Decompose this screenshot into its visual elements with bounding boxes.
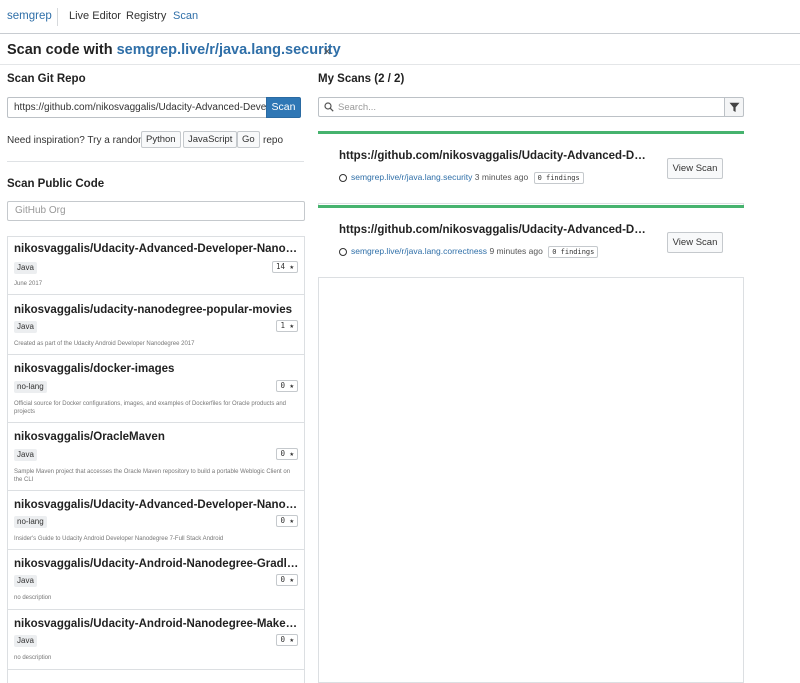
scan-meta: semgrep.live/r/java.lang.security 3 minu… (351, 172, 584, 184)
nav-registry[interactable]: Registry (126, 10, 166, 22)
repo-description: Insider's Guide to Udacity Android Devel… (14, 536, 224, 542)
star-count: 0 ★ (276, 634, 298, 646)
my-scans-title: My Scans (2 / 2) (318, 73, 405, 85)
repo-name[interactable]: nikosvaggalis/udacity-nanodegree-popular… (14, 304, 300, 316)
repo-list: nikosvaggalis/Udacity-Advanced-Developer… (7, 236, 305, 683)
scan-meta: semgrep.live/r/java.lang.correctness 9 m… (351, 246, 599, 258)
page-title: Scan code with semgrep.live/r/java.lang.… (7, 42, 341, 58)
language-badge: no-lang (14, 516, 47, 528)
section-divider (7, 161, 304, 162)
repo-name[interactable]: nikosvaggalis/Udacity-Advanced-Developer… (14, 499, 300, 511)
git-url-input[interactable]: https://github.com/nikosvaggalis/Udacity… (7, 97, 266, 118)
scan-time: 3 minutes ago (474, 172, 529, 182)
star-count: 1 ★ (276, 320, 298, 332)
scan-card: https://github.com/nikosvaggalis/Udacity… (318, 205, 744, 278)
random-javascript-button[interactable]: JavaScript (183, 131, 238, 148)
language-badge: Java (14, 449, 37, 461)
status-circle-icon (339, 174, 347, 182)
star-count: 0 ★ (276, 380, 298, 392)
filter-icon (729, 102, 740, 112)
findings-badge: 0 findings (533, 172, 584, 184)
repo-description: Created as part of the Udacity Android D… (14, 341, 195, 347)
nav-scan[interactable]: Scan (173, 10, 198, 22)
findings-badge: 0 findings (548, 246, 599, 258)
language-badge: Java (14, 635, 37, 647)
nav-live-editor[interactable]: Live Editor (69, 10, 121, 22)
repo-description: no description (14, 655, 52, 661)
ruleset-link[interactable]: semgrep.live/r/java.lang.security (117, 42, 341, 58)
random-python-button[interactable]: Python (141, 131, 181, 148)
header-divider (0, 64, 800, 65)
scan-ruleset-link[interactable]: semgrep.live/r/java.lang.correctness (351, 246, 487, 256)
repo-name[interactable]: nikosvaggalis/Udacity-Android-Nanodegree… (14, 618, 300, 630)
repo-name[interactable]: nikosvaggalis/docker-images (14, 363, 300, 375)
language-badge: no-lang (14, 381, 47, 393)
scan-git-repo-title: Scan Git Repo (7, 73, 86, 85)
language-badge: Java (14, 262, 37, 274)
language-badge: Java (14, 575, 37, 587)
repo-item[interactable]: nikosvaggalis/Udacity-Advanced-Developer… (8, 237, 304, 295)
repo-item[interactable]: nikosvaggalis/Udacity-Advanced-Developer… (8, 491, 304, 550)
github-org-input[interactable]: GitHub Org (7, 201, 305, 221)
filter-button[interactable] (724, 97, 744, 117)
repo-item[interactable]: nikosvaggalis/Udacity-Android-Nanodegree… (8, 610, 304, 670)
view-scan-button[interactable]: View Scan (667, 232, 723, 253)
close-icon[interactable]: × (323, 43, 331, 59)
star-count: 0 ★ (276, 448, 298, 460)
repo-name[interactable]: nikosvaggalis/Udacity-Android-Nanodegree… (14, 558, 300, 570)
repo-name[interactable]: nikosvaggalis/Udacity-Advanced-Developer… (14, 243, 300, 255)
repo-item[interactable]: nikosvaggalis/Udacity-Android-Nanodegree… (8, 550, 304, 610)
language-badge: Java (14, 321, 37, 333)
star-count: 0 ★ (276, 574, 298, 586)
repo-name[interactable]: nikosvaggalis/OracleMaven (14, 431, 300, 443)
status-circle-icon (339, 248, 347, 256)
scan-search-input[interactable]: Search... (318, 97, 725, 117)
repo-description: Official source for Docker configuration… (14, 401, 287, 415)
scan-card: https://github.com/nikosvaggalis/Udacity… (318, 131, 744, 204)
repo-description: Sample Maven project that accesses the O… (14, 469, 291, 483)
repo-item[interactable]: nikosvaggalis/udacity-nanodegree-popular… (8, 295, 304, 355)
brand-link[interactable]: semgrep (7, 10, 52, 22)
repo-description: no description (14, 595, 52, 601)
repo-text: repo (263, 135, 284, 146)
scan-button[interactable]: Scan (266, 97, 301, 118)
scan-repo-url[interactable]: https://github.com/nikosvaggalis/Udacity… (339, 224, 647, 236)
inspiration-text: Need inspiration? Try a random (7, 135, 147, 146)
page-title-prefix: Scan code with (7, 42, 113, 58)
random-go-button[interactable]: Go (237, 131, 260, 148)
scan-time: 9 minutes ago (489, 246, 543, 256)
top-nav: semgrep Live Editor Registry Scan (0, 0, 800, 34)
star-count: 0 ★ (276, 515, 298, 527)
scan-ruleset-link[interactable]: semgrep.live/r/java.lang.security (351, 172, 472, 182)
star-count: 14 ★ (271, 261, 298, 273)
scan-public-code-title: Scan Public Code (7, 178, 105, 190)
scan-repo-url[interactable]: https://github.com/nikosvaggalis/Udacity… (339, 150, 647, 162)
search-placeholder: Search... (338, 102, 377, 113)
repo-description: June 2017 (14, 281, 43, 287)
repo-item[interactable]: nikosvaggalis/OracleMaven Java 0 ★ Sampl… (8, 423, 304, 491)
repo-item[interactable]: nikosvaggalis/docker-images no-lang 0 ★ … (8, 355, 304, 423)
search-icon (324, 102, 334, 112)
view-scan-button[interactable]: View Scan (667, 158, 723, 179)
nav-divider (57, 8, 58, 26)
